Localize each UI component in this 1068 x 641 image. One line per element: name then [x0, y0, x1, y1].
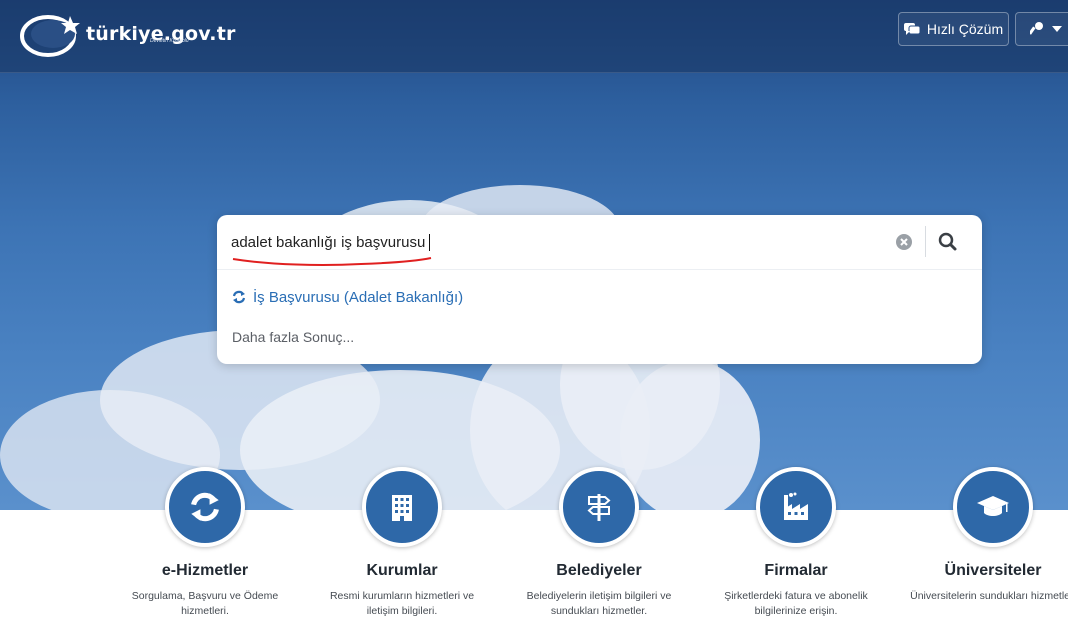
more-results-link[interactable]: Daha fazla Sonuç... — [232, 329, 354, 345]
chat-bubbles-icon — [903, 23, 920, 35]
quick-solution-label: Hızlı Çözüm — [926, 21, 1004, 37]
category-icon-circle — [165, 467, 245, 547]
suggestion-label: İş Başvurusu (Adalet Bakanlığı) — [253, 288, 464, 306]
clear-icon[interactable] — [896, 234, 912, 250]
text-caret — [429, 234, 430, 251]
refresh-icon — [191, 492, 219, 522]
category-belediyeler[interactable]: Belediyeler Belediyelerin iletişim bilgi… — [499, 467, 699, 619]
suggestion-item[interactable]: İş Başvurusu (Adalet Bakanlığı) — [232, 287, 463, 307]
category-title: e-Hizmetler — [161, 562, 249, 579]
category-description: Belediyelerin iletişim bilgileri ve sund… — [526, 590, 672, 617]
site-logo[interactable]: türkiye.gov.tr — [20, 10, 236, 58]
quick-solution-button[interactable]: Hızlı Çözüm — [898, 12, 1009, 46]
login-dropdown-button[interactable] — [1015, 12, 1068, 46]
search-button[interactable] — [937, 231, 959, 253]
category-icon-circle — [362, 467, 442, 547]
category-icon-circle — [756, 467, 836, 547]
category-description: Sorgulama, Başvuru ve Ödeme hizmetleri. — [131, 590, 279, 617]
factory-icon — [784, 492, 808, 520]
category-description: Şirketlerdeki fatura ve abonelik bilgile… — [724, 590, 868, 617]
logo-subtext: Devletin Kısayolu — [150, 38, 189, 44]
refresh-icon — [232, 290, 246, 304]
category-e-hizmetler[interactable]: e-Hizmetler Sorgulama, Başvuru ve Ödeme … — [105, 467, 305, 619]
category-description: Resmi kurumların hizmetleri ve iletişim … — [329, 590, 475, 617]
top-bar: türkiye.gov.tr Devletin Kısayolu Hızlı Ç… — [0, 0, 1068, 73]
category-title: Üniversiteler — [944, 562, 1042, 579]
category-description: Üniversitelerin sundukları hizmetler. — [910, 590, 1068, 602]
signpost-icon — [587, 494, 611, 521]
search-separator — [925, 226, 926, 257]
red-underline-annotation — [232, 257, 432, 266]
key-icon — [1030, 22, 1043, 35]
search-panel: İş Başvurusu (Adalet Bakanlığı) Daha faz… — [217, 215, 982, 364]
category-icon-circle — [953, 467, 1033, 547]
search-input[interactable] — [231, 229, 871, 255]
caret-down-icon — [1052, 26, 1062, 32]
category-title: Kurumlar — [366, 562, 438, 579]
search-row — [217, 215, 982, 270]
category-title: Belediyeler — [556, 562, 642, 579]
category-universiteler[interactable]: Üniversiteler Üniversitelerin sundukları… — [893, 467, 1068, 604]
category-icon-circle — [559, 467, 639, 547]
crescent-star-logo-icon — [20, 15, 80, 57]
category-title: Firmalar — [764, 562, 828, 579]
search-icon — [938, 232, 957, 251]
graduation-cap-icon — [977, 496, 1009, 516]
category-firmalar[interactable]: Firmalar Şirketlerdeki fatura ve aboneli… — [696, 467, 896, 619]
category-kurumlar[interactable]: Kurumlar Resmi kurumların hizmetleri ve … — [302, 467, 502, 619]
building-icon — [392, 495, 412, 521]
